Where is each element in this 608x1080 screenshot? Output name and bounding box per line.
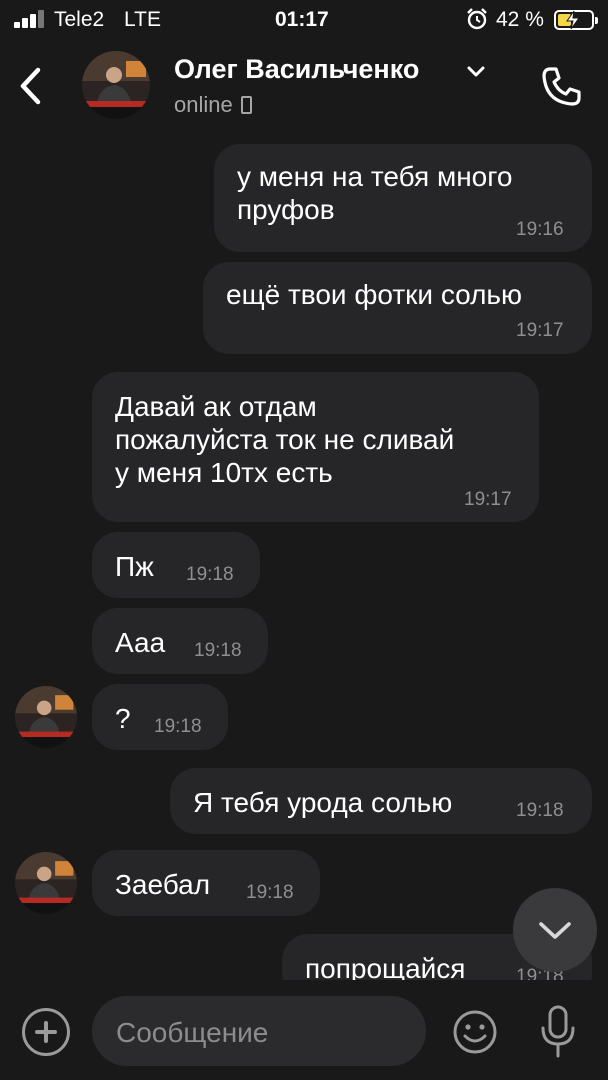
incoming-message[interactable]: Заебал 19:18 (92, 850, 320, 916)
mobile-device-icon (240, 96, 252, 114)
message-time: 19:18 (154, 716, 202, 737)
message-text-line: пожалуйста ток не сливай (115, 423, 455, 455)
network-type: LTE (124, 8, 161, 31)
incoming-message[interactable]: Пж 19:18 (92, 532, 260, 598)
phone-icon[interactable] (538, 64, 584, 110)
message-text-line: у меня на тебя много (237, 161, 513, 192)
message-time: 19:18 (186, 564, 234, 585)
outgoing-message[interactable]: у меня на тебя много пруфов 19:16 (214, 144, 592, 252)
outgoing-message[interactable]: ещё твои фотки солью 19:17 (203, 262, 592, 354)
sender-avatar[interactable] (15, 852, 77, 914)
contact-name[interactable]: Олег Васильченко (174, 54, 419, 85)
incoming-message[interactable]: ? 19:18 (92, 684, 228, 750)
message-text-line: пруфов (237, 193, 335, 225)
message-text: попрощайся (305, 953, 466, 980)
back-icon[interactable] (16, 66, 46, 106)
outgoing-message[interactable]: Я тебя урода солью 19:18 (170, 768, 592, 834)
message-time: 19:16 (516, 219, 564, 240)
incoming-message[interactable]: Ааа 19:18 (92, 608, 268, 674)
carrier-name: Tele2 (54, 8, 105, 31)
message-time: 19:18 (246, 882, 294, 903)
incoming-message[interactable]: Давай ак отдам пожалуйста ток не сливай … (92, 372, 539, 522)
chat-header: Олег Васильченко online (0, 40, 608, 130)
status-bar: Tele2 LTE 01:17 42 % (0, 0, 608, 40)
message-text-line: Давай ак отдам (115, 391, 317, 422)
message-input-placeholder: Сообщение (116, 1017, 269, 1048)
battery-icon (554, 10, 598, 30)
emoji-icon[interactable] (452, 1009, 498, 1055)
chevron-down-icon (539, 922, 571, 939)
contact-avatar[interactable] (82, 51, 150, 119)
message-time: 19:18 (516, 800, 564, 821)
message-input[interactable]: Сообщение (92, 996, 426, 1066)
message-text: Заебал (115, 869, 211, 900)
message-text: Пж (115, 551, 154, 582)
message-list[interactable]: у меня на тебя много пруфов 19:16 ещё тв… (0, 130, 608, 980)
microphone-icon[interactable] (538, 1004, 578, 1060)
status-time: 01:17 (275, 8, 329, 31)
chevron-down-icon[interactable] (466, 64, 486, 78)
signal-strength-icon (14, 10, 48, 28)
presence-status: online (174, 92, 252, 118)
message-text: Ааа (115, 627, 166, 658)
sender-avatar[interactable] (15, 686, 77, 748)
message-time: 19:18 (194, 640, 242, 661)
message-text-line: у меня 10тх есть (115, 456, 333, 488)
message-text: ? (115, 703, 131, 734)
message-time: 19:17 (516, 320, 564, 341)
message-composer: Сообщение (0, 980, 608, 1080)
message-time: 19:17 (464, 489, 512, 510)
message-text: Я тебя урода солью (193, 787, 453, 818)
alarm-icon (467, 8, 487, 30)
battery-percentage: 42 % (496, 8, 544, 31)
plus-icon[interactable] (22, 1008, 70, 1056)
message-text-line: ещё твои фотки солью (226, 279, 523, 310)
presence-text: online (174, 92, 233, 117)
scroll-to-bottom-button[interactable] (513, 888, 597, 972)
